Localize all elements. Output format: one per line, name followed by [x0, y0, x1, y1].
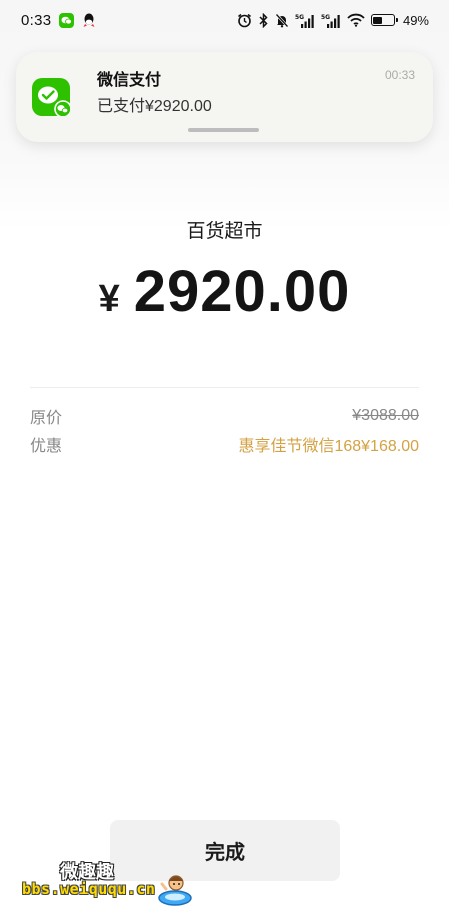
svg-text:5G: 5G — [295, 14, 304, 21]
original-price-value: ¥3088.00 — [352, 407, 419, 424]
discount-label: 优惠 — [30, 438, 63, 455]
battery-fill — [373, 16, 383, 24]
discount-row: 优惠 惠享佳节微信168¥168.00 — [30, 433, 419, 455]
status-right: 5G 5G 49% — [237, 12, 429, 28]
wifi-icon — [347, 13, 365, 27]
signal-icon: 5G — [295, 13, 315, 28]
drag-handle[interactable] — [188, 128, 259, 132]
status-left: 0:33 — [21, 12, 96, 29]
watermark-mascot-icon — [156, 870, 194, 908]
mute-icon — [275, 13, 289, 28]
watermark-url: bbs.weiququ.cn — [22, 880, 156, 898]
battery-icon — [370, 14, 398, 26]
divider — [30, 387, 419, 388]
svg-text:5G: 5G — [321, 14, 330, 21]
signal-icon: 5G — [321, 13, 341, 28]
notification-banner[interactable]: 微信支付 已支付¥2920.00 00:33 — [16, 52, 433, 142]
done-button[interactable]: 完成 — [110, 820, 340, 881]
original-price-row: 原价 ¥3088.00 — [30, 405, 419, 427]
wechat-icon — [59, 12, 75, 28]
status-bar: 0:33 5G 5G 49% — [0, 0, 449, 40]
battery-percent: 49% — [402, 12, 429, 28]
notification-message: 已支付¥2920.00 — [97, 98, 212, 115]
notification-title: 微信支付 — [97, 72, 162, 89]
status-time: 0:33 — [21, 11, 52, 29]
original-price-label: 原价 — [30, 410, 63, 427]
payment-amount: ¥ 2920.00 — [0, 258, 449, 325]
discount-value: 惠享佳节微信168¥168.00 — [238, 438, 419, 455]
amount-value: 2920.00 — [133, 259, 351, 324]
wechat-pay-icon — [32, 78, 72, 118]
merchant-name: 百货超市 — [186, 221, 263, 242]
qq-icon — [82, 13, 96, 28]
notification-time: 00:33 — [384, 68, 415, 82]
bluetooth-icon — [258, 12, 269, 28]
currency-symbol: ¥ — [98, 278, 120, 320]
alarm-icon — [237, 13, 252, 28]
